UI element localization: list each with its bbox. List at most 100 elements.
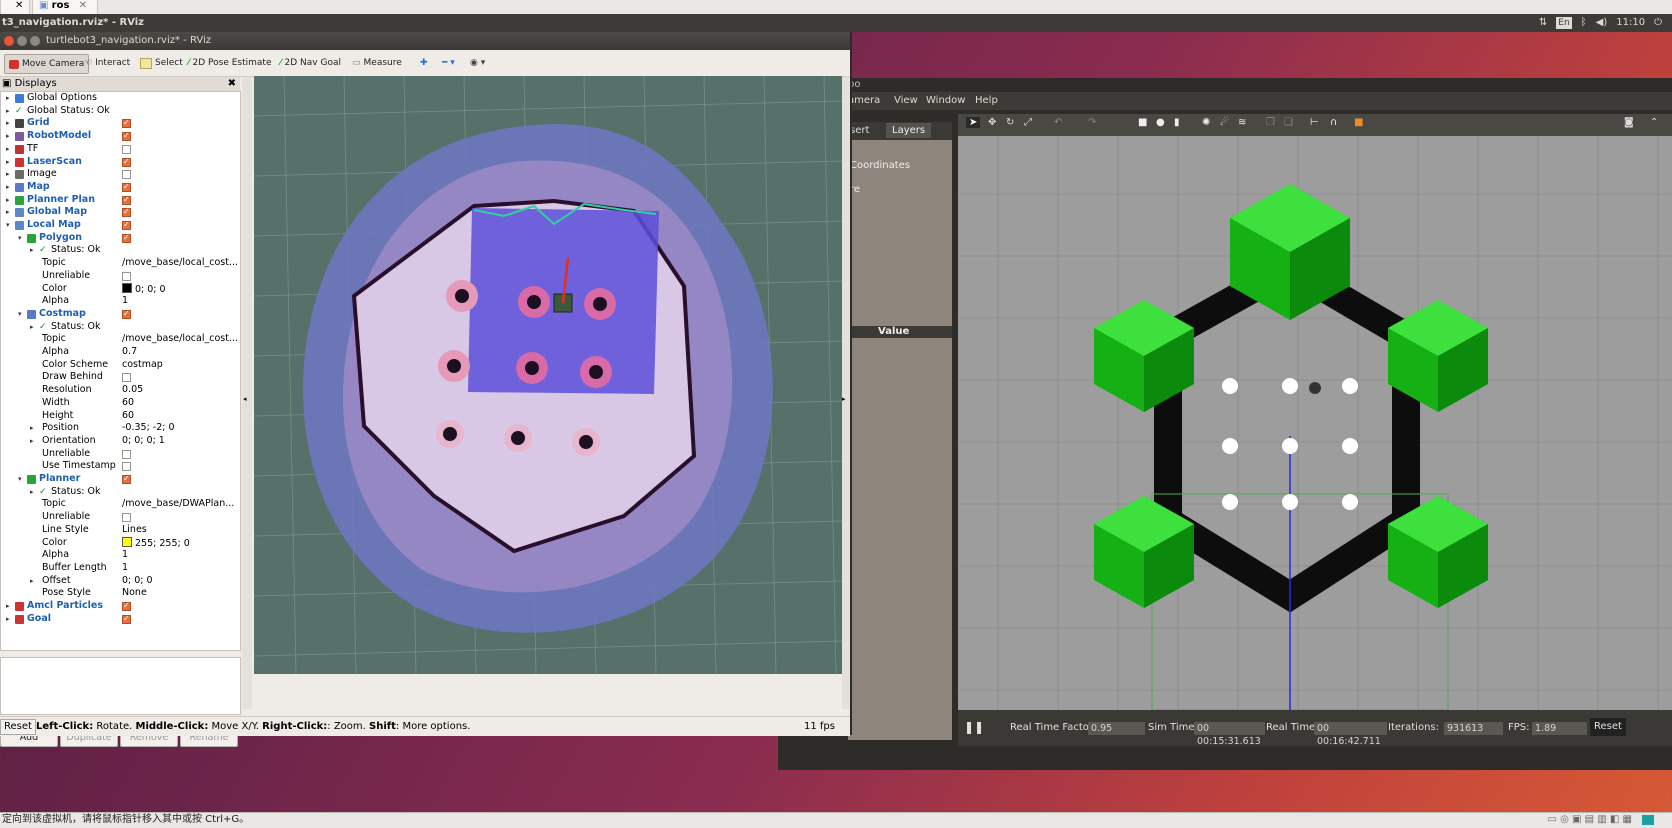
tree-row[interactable]: Buffer Length 1 [1, 562, 240, 575]
view-angle-icon[interactable]: ■ [1354, 117, 1363, 128]
close-window-icon[interactable] [4, 36, 14, 46]
property-value[interactable]: /move_base/local_cost... [122, 333, 238, 346]
tree-row[interactable]: ▸ ✓ Status: Ok [1, 486, 240, 499]
enable-checkbox[interactable] [122, 513, 131, 523]
tree-row[interactable]: ▸ Planner Plan [1, 194, 240, 206]
tree-row[interactable]: ▸ ✓ Status: Ok [1, 321, 240, 334]
tree-row[interactable]: ▸ LaserScan [1, 156, 240, 168]
tree-row[interactable]: ▾ Local Map [1, 219, 240, 232]
interact-tool[interactable]: ☜ Interact [84, 54, 130, 72]
enable-checkbox[interactable] [122, 271, 131, 281]
maximize-window-icon[interactable] [30, 36, 40, 46]
host-tab-partial[interactable]: ✕ [0, 0, 30, 15]
world-item-coordinates[interactable]: Coordinates [850, 160, 910, 171]
menu-help[interactable]: Help [975, 92, 998, 110]
pause-icon[interactable]: ❚❚ [964, 720, 984, 734]
property-value[interactable]: None [122, 587, 147, 600]
enable-checkbox[interactable] [122, 144, 131, 154]
enable-checkbox[interactable] [122, 206, 131, 219]
collapsed-arrow-icon[interactable]: ▸ [30, 575, 34, 588]
property-value[interactable]: Lines [122, 524, 147, 537]
tree-row[interactable]: ▾ Costmap [1, 308, 240, 321]
enable-checkbox[interactable] [122, 232, 131, 244]
tree-row[interactable]: ▸ TF [1, 143, 240, 156]
collapsed-arrow-icon[interactable]: ▸ [6, 130, 10, 143]
tree-row[interactable]: Color 255; 255; 0 [1, 536, 240, 551]
close-icon[interactable]: ✕ [79, 0, 87, 11]
collapsed-arrow-icon[interactable]: ▸ [30, 435, 34, 448]
expanded-arrow-icon[interactable]: ▾ [18, 473, 22, 486]
tree-row[interactable]: Width 60 [1, 397, 240, 410]
align-icon[interactable]: ⊢ [1310, 117, 1319, 128]
enable-checkbox[interactable] [122, 600, 131, 613]
tree-row[interactable]: Color Scheme costmap [1, 359, 240, 372]
tree-row[interactable]: ▸ Orientation 0; 0; 0; 1 [1, 435, 240, 448]
tree-row[interactable]: Alpha 0.7 [1, 346, 240, 359]
expanded-arrow-icon[interactable]: ▾ [18, 232, 22, 245]
property-value[interactable]: 1 [122, 562, 128, 575]
property-value[interactable]: -0.35; -2; 0 [122, 422, 175, 435]
tree-row[interactable]: ▸ Global Options [1, 92, 240, 105]
tree-row[interactable]: Line Style Lines [1, 524, 240, 537]
cylinder-icon[interactable]: ▮ [1174, 117, 1180, 128]
screenshot-icon[interactable]: ◙ [1624, 117, 1634, 128]
bluetooth-icon[interactable]: ᛒ [1581, 14, 1587, 32]
tree-row[interactable]: Unreliable [1, 270, 240, 283]
tree-row[interactable]: ▸ ✓ Status: Ok [1, 244, 240, 257]
copy-icon[interactable]: ❐ [1266, 117, 1275, 128]
box-icon[interactable]: ■ [1138, 117, 1147, 128]
collapsed-arrow-icon[interactable]: ▸ [6, 117, 10, 130]
collapsed-arrow-icon[interactable]: ▸ [6, 600, 10, 613]
undo-icon[interactable]: ↶ [1054, 117, 1062, 128]
property-value[interactable]: 0; 0; 0 [122, 282, 166, 297]
collapsed-arrow-icon[interactable]: ▸ [30, 244, 34, 257]
left-splitter[interactable]: ◂ [242, 77, 252, 709]
snap-icon[interactable]: ∩ [1330, 117, 1337, 128]
scale-icon[interactable]: ⤢ [1024, 117, 1032, 128]
tree-row[interactable]: ▸ Global Map [1, 206, 240, 219]
keyboard-layout[interactable]: En [1556, 17, 1572, 29]
expanded-arrow-icon[interactable]: ▾ [6, 219, 10, 232]
gazebo-titlebar[interactable]: bo [778, 78, 1672, 92]
tree-row[interactable]: ▾ Planner [1, 473, 240, 486]
network-icon[interactable]: ⇅ [1539, 14, 1547, 32]
menu-view[interactable]: View [894, 92, 918, 110]
tree-row[interactable]: ▸ RobotModel [1, 130, 240, 143]
tree-row[interactable]: Topic/move_base/local_cost... [1, 257, 240, 270]
tree-row[interactable]: Unreliable [1, 448, 240, 461]
tree-row[interactable]: Pose Style None [1, 587, 240, 600]
tree-row[interactable]: ▸ ✓ Global Status: Ok [1, 105, 240, 118]
translate-icon[interactable]: ✥ [988, 117, 996, 128]
tree-row[interactable]: Use Timestamp [1, 460, 240, 473]
tree-row[interactable]: ▸ Position -0.35; -2; 0 [1, 422, 240, 435]
menu-camera[interactable]: amera [848, 92, 880, 110]
tree-row[interactable]: Height 60 [1, 410, 240, 423]
host-tab-ros[interactable]: ▣ ros ✕ [32, 0, 98, 15]
collapse-left-icon[interactable]: ◂ [243, 395, 247, 403]
select-tool[interactable]: Select [140, 54, 183, 72]
tree-row[interactable]: Topic/move_base/local_cost... [1, 333, 240, 346]
tab-layers[interactable]: Layers [886, 123, 932, 138]
enable-checkbox[interactable] [122, 130, 131, 143]
redo-icon[interactable]: ↷ [1088, 117, 1096, 128]
pointlight-icon[interactable]: ✺ [1202, 117, 1210, 128]
tree-row[interactable]: ▸ Offset 0; 0; 0 [1, 575, 240, 588]
power-icon[interactable]: ⏻ [1654, 14, 1662, 32]
tree-row[interactable]: Resolution 0.05 [1, 384, 240, 397]
close-panel-icon[interactable]: ✖ [228, 77, 236, 91]
minimize-window-icon[interactable] [17, 36, 27, 46]
device-icons[interactable]: ▭ ◎ ▣ ▤ ▥ ◧ ▦ [1548, 813, 1633, 827]
right-splitter[interactable]: ▸ [842, 77, 850, 709]
property-value[interactable]: 255; 255; 0 [122, 536, 190, 551]
camera-type-button[interactable]: ◉ ▾ [470, 54, 485, 72]
pointer-icon[interactable]: ➤ [966, 117, 981, 128]
enable-checkbox[interactable] [122, 181, 131, 194]
tree-row[interactable]: ▾ Polygon [1, 232, 240, 245]
tree-row[interactable]: ▸ Grid [1, 117, 240, 130]
tree-row[interactable]: Alpha 1 [1, 295, 240, 308]
tree-row[interactable]: ▸ Goal [1, 613, 240, 626]
tree-row[interactable]: Alpha 1 [1, 549, 240, 562]
collapsed-arrow-icon[interactable]: ▸ [6, 613, 10, 626]
enable-checkbox[interactable] [122, 156, 131, 168]
reset-time-button[interactable]: Reset [1590, 718, 1626, 736]
